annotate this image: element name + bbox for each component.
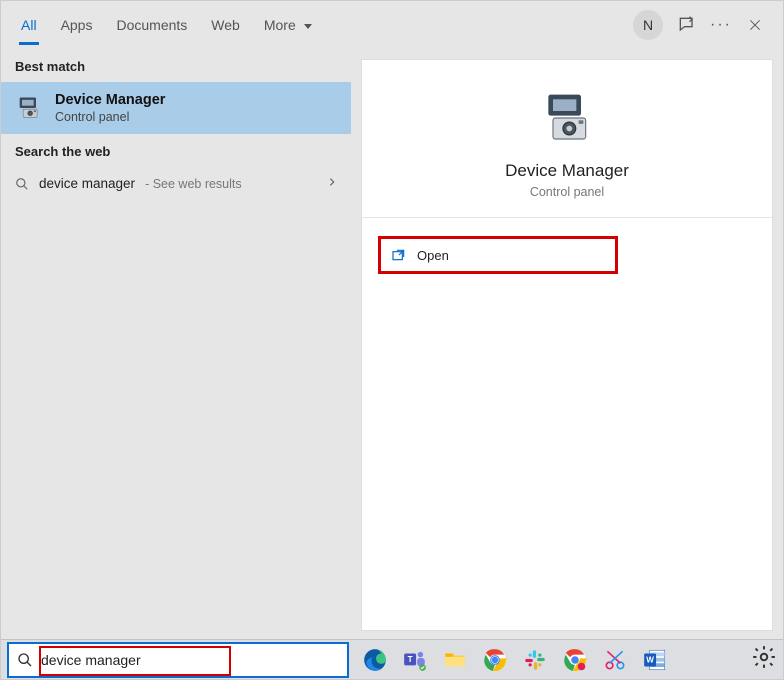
- search-results-body: Best match Device Manager Control panel …: [1, 49, 783, 641]
- search-icon: [17, 652, 33, 668]
- tab-more[interactable]: More: [252, 1, 324, 49]
- best-match-result[interactable]: Device Manager Control panel: [1, 82, 351, 134]
- tab-web[interactable]: Web: [199, 1, 252, 49]
- search-web-label: Search the web: [1, 134, 351, 167]
- results-left-pane: Best match Device Manager Control panel …: [1, 49, 351, 641]
- device-manager-icon: [15, 94, 43, 122]
- web-search-result[interactable]: device manager - See web results: [1, 167, 351, 200]
- open-label: Open: [417, 248, 449, 263]
- window-tools: N ···: [633, 10, 775, 40]
- taskbar-app-chrome[interactable]: [479, 644, 511, 676]
- taskbar: T W: [1, 639, 783, 679]
- svg-text:T: T: [408, 655, 413, 664]
- tab-documents[interactable]: Documents: [104, 1, 199, 49]
- device-manager-icon-large: [539, 90, 595, 151]
- user-avatar[interactable]: N: [633, 10, 663, 40]
- svg-text:W: W: [646, 655, 654, 664]
- results-right-pane: Device Manager Control panel Open: [351, 49, 783, 641]
- best-match-subtitle: Control panel: [55, 110, 165, 124]
- open-action[interactable]: Open: [378, 236, 618, 274]
- taskbar-apps: T W: [359, 644, 671, 676]
- chevron-down-icon: [304, 24, 312, 29]
- taskbar-app-snip[interactable]: [599, 644, 631, 676]
- preview-title: Device Manager: [505, 161, 629, 181]
- preview-subtitle: Control panel: [530, 185, 604, 199]
- preview-card: Device Manager Control panel Open: [361, 59, 773, 631]
- web-result-query: device manager: [39, 176, 135, 191]
- settings-icon[interactable]: [751, 644, 777, 675]
- preview-header: Device Manager Control panel: [362, 60, 772, 218]
- taskbar-app-chrome-alt[interactable]: [559, 644, 591, 676]
- open-icon: [391, 247, 407, 263]
- taskbar-app-file-explorer[interactable]: [439, 644, 471, 676]
- best-match-title: Device Manager: [55, 92, 165, 108]
- best-match-label: Best match: [1, 49, 351, 82]
- search-icon: [15, 177, 29, 191]
- search-input[interactable]: [41, 652, 339, 668]
- tab-more-label: More: [264, 17, 296, 33]
- search-filter-tabs: All Apps Documents Web More N ···: [1, 1, 783, 49]
- taskbar-app-word[interactable]: W: [639, 644, 671, 676]
- more-options-icon[interactable]: ···: [711, 15, 731, 35]
- close-button[interactable]: [745, 15, 765, 35]
- taskbar-app-slack[interactable]: [519, 644, 551, 676]
- tab-all[interactable]: All: [9, 1, 49, 49]
- taskbar-app-edge[interactable]: [359, 644, 391, 676]
- taskbar-app-teams[interactable]: T: [399, 644, 431, 676]
- chevron-right-icon: [327, 175, 337, 192]
- tab-apps[interactable]: Apps: [49, 1, 105, 49]
- best-match-text: Device Manager Control panel: [55, 92, 165, 124]
- taskbar-search-box[interactable]: [7, 642, 349, 678]
- feedback-icon[interactable]: [677, 15, 697, 35]
- web-result-hint: - See web results: [145, 177, 242, 191]
